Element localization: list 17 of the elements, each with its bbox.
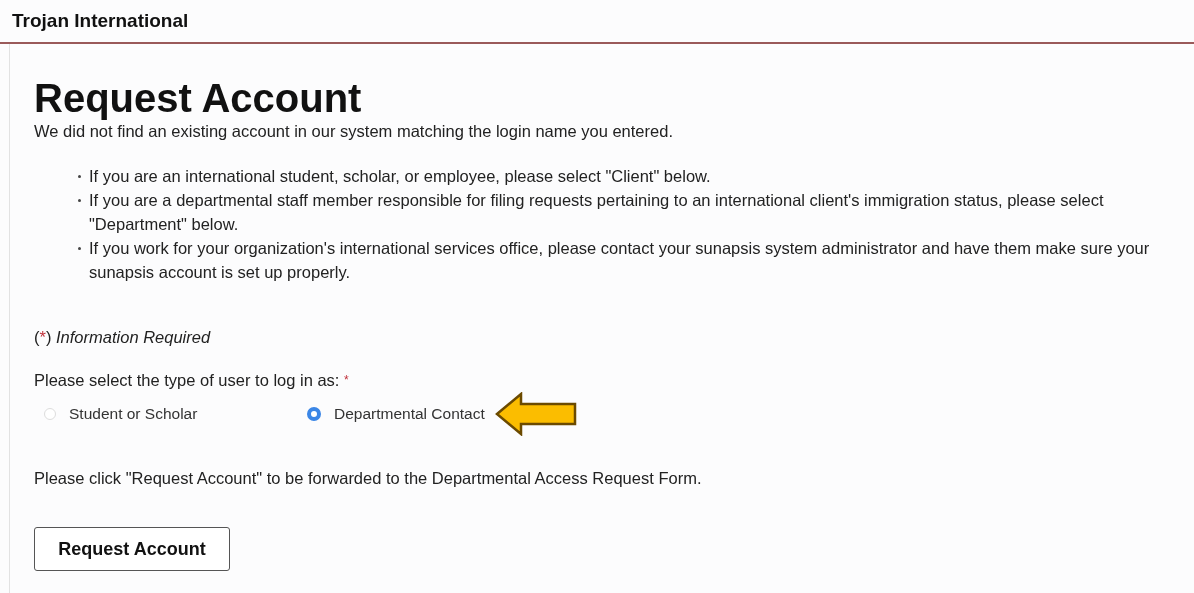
bullet-item: If you work for your organization's international services office, please contact your sunapsis system administrator and have them make sure your sunapsis account is set up properly. (89, 238, 1151, 283)
page-title: Request Account (34, 76, 363, 120)
question-label: Please select the type of user to log in as: * (34, 371, 349, 389)
site-title: Trojan International (12, 10, 189, 32)
bullet-icon (78, 247, 81, 250)
bullet-icon (78, 199, 81, 202)
radio-button[interactable] (307, 407, 321, 421)
bullet-icon (78, 175, 81, 178)
bullet-item: If you are a departmental staff member responsible for filing requests pertaining to an international client's immigration status, please select "Department" below. (89, 190, 1105, 235)
radio-label[interactable]: Student or Scholar (69, 405, 198, 423)
request-account-button[interactable]: Request Account (34, 527, 230, 571)
arrow-icon (494, 392, 577, 436)
instruction-text: Please click "Request Account" to be forwarded to the Departmental Access Request Form. (34, 468, 703, 489)
intro-text: We did not find an existing account in our system matching the login name you entered. (34, 121, 674, 142)
required-legend: (*) Information Required (34, 328, 211, 346)
radio-label[interactable]: Departmental Contact (334, 405, 485, 423)
bullet-item: If you are an international student, scholar, or employee, please select "Client" below. (89, 166, 711, 187)
